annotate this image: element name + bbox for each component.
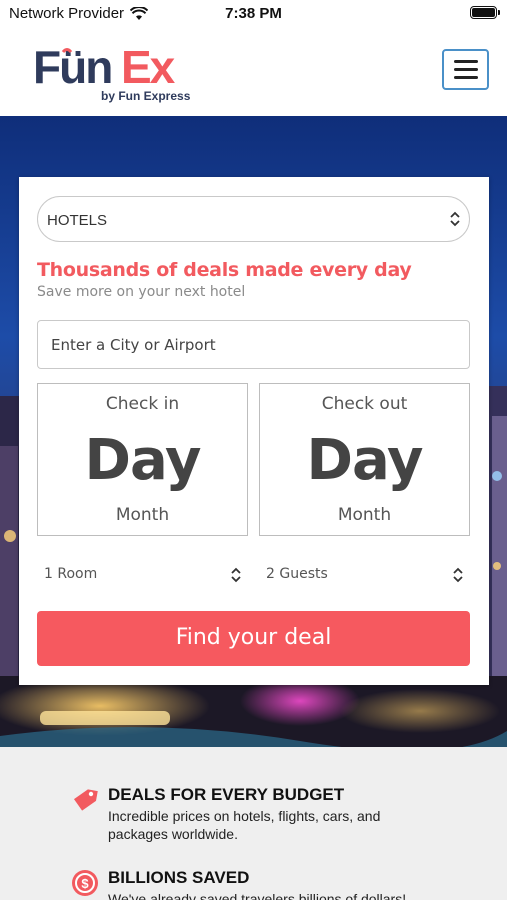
status-bar: Network Provider 7:38 PM [0,0,507,27]
menu-bar-icon [453,76,478,79]
svg-text:Fün: Fün [33,43,111,93]
search-type-value: HOTELS [47,212,108,229]
chevron-updown-icon [453,567,463,583]
feature-deals-budget: DEALS FOR EVERY BUDGET Incredible prices… [70,785,490,845]
feature-description: Incredible prices on hotels, flights, ca… [108,808,381,842]
city-input-placeholder: Enter a City or Airport [51,336,216,354]
app-header: Fün Ex by Fun Express [0,27,507,116]
deals-subline: Save more on your next hotel [37,284,246,300]
checkin-month: Month [115,505,170,525]
menu-bar-icon [453,68,478,71]
feature-title: BILLIONS SAVED [108,868,250,887]
city-airport-input[interactable]: Enter a City or Airport [37,320,470,369]
rooms-value: 1 Room [44,566,98,582]
checkout-month: Month [337,505,392,525]
guests-value: 2 Guests [266,566,328,582]
rooms-select[interactable]: 1 Room [37,555,248,595]
checkin-date-picker[interactable]: Check in Day Month [37,383,248,536]
checkin-label: Check in [105,394,180,414]
hamburger-menu-button[interactable] [442,49,489,90]
logo-tagline: by Fun Express [101,89,191,103]
menu-bar-icon [453,60,478,63]
checkout-day: Day [306,428,423,493]
search-type-select[interactable]: HOTELS [37,196,470,242]
feature-title: DEALS FOR EVERY BUDGET [108,785,345,804]
deals-headline: Thousands of deals made every day [37,259,412,281]
checkout-label: Check out [321,394,408,414]
funex-logo[interactable]: Fün Ex by Fun Express [33,43,203,105]
checkout-date-picker[interactable]: Check out Day Month [259,383,470,536]
dollar-coin-icon: $ [72,870,98,896]
find-deal-button[interactable]: Find your deal [37,611,470,666]
status-time: 7:38 PM [225,5,282,22]
feature-billions-saved: $ BILLIONS SAVED We've already saved tra… [70,868,490,900]
battery-icon [470,6,500,19]
chevron-updown-icon [450,211,460,227]
feature-description: We've already saved travelers billions o… [108,891,407,900]
hotel-search-card: HOTELS Thousands of deals made every day… [19,177,489,685]
svg-text:$: $ [81,876,89,891]
guests-select[interactable]: 2 Guests [259,555,470,595]
svg-text:Ex: Ex [121,43,176,93]
price-tag-icon [73,789,98,811]
chevron-updown-icon [231,567,241,583]
checkin-day: Day [84,428,201,493]
